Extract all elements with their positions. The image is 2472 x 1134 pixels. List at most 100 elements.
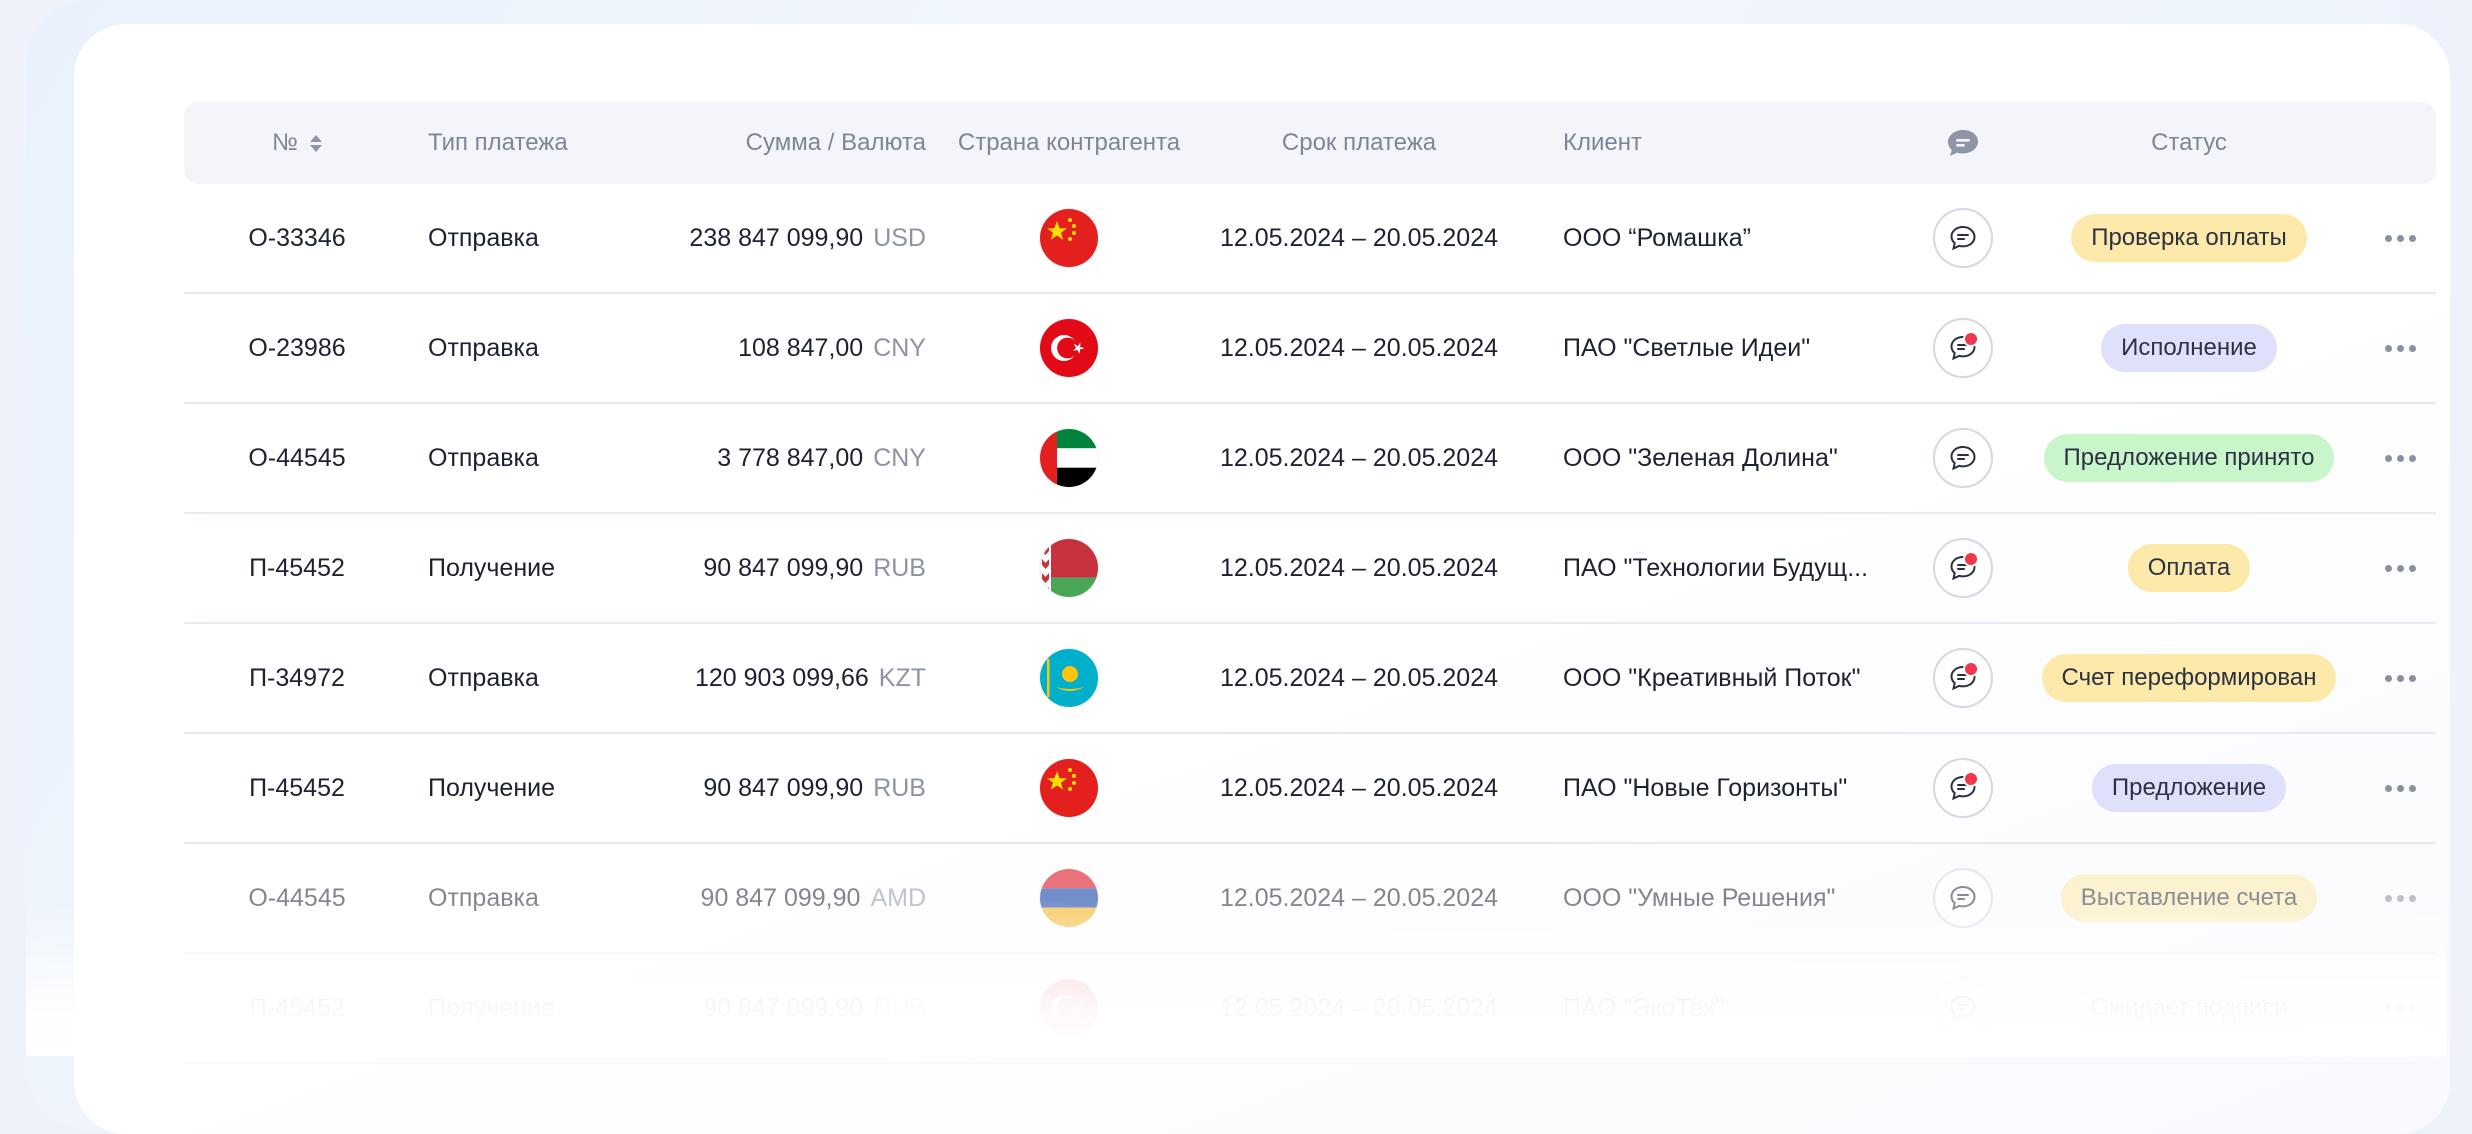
- status-badge: Проверка оплаты: [2071, 214, 2307, 262]
- chat-button[interactable]: [1933, 978, 1993, 1038]
- amount-value: 108 847,00: [738, 333, 864, 362]
- chat-cell: [1919, 624, 2007, 732]
- column-due: Срок платежа: [1281, 129, 1437, 156]
- client-name: ПАО "Технологии Будущ...: [1563, 553, 1869, 582]
- counterparty-country: [944, 404, 1194, 512]
- client-name: ПАО "Новые Горизонты": [1563, 773, 1848, 802]
- amount-currency: RUB: [873, 773, 926, 802]
- table-row[interactable]: О-44545 Отправка 3 778 847,00 CNY 12.05.…: [184, 404, 2436, 514]
- chat-button[interactable]: [1933, 208, 1993, 268]
- chat-button[interactable]: [1933, 758, 1993, 818]
- window-frame: № Тип платежа Сумма / Валюта Страна конт…: [26, 0, 2450, 1134]
- row-actions: [2364, 844, 2436, 952]
- more-horizontal-icon[interactable]: [2384, 344, 2416, 352]
- more-horizontal-icon[interactable]: [2384, 674, 2416, 682]
- row-actions: [2364, 294, 2436, 402]
- more-horizontal-icon[interactable]: [2384, 784, 2416, 792]
- table-header: № Тип платежа Сумма / Валюта Страна конт…: [184, 102, 2436, 184]
- chat-button[interactable]: [1933, 868, 1993, 928]
- belarus-flag-icon: [1040, 539, 1098, 597]
- column-client: Клиент: [1563, 129, 1642, 156]
- payment-amount: 90 847 099,90 RUB: [654, 734, 926, 842]
- more-horizontal-icon[interactable]: [2384, 234, 2416, 242]
- chat-cell: [1919, 184, 2007, 292]
- payment-type: Получение: [428, 553, 556, 582]
- table-row[interactable]: О-44545 Отправка 90 847 099,90 AMD 12.05…: [184, 844, 2436, 954]
- amount-value: 90 847 099,90: [700, 883, 861, 912]
- table-row[interactable]: П-45452 Получение 90 847 099,90 RUB 12.0…: [184, 954, 2436, 1064]
- chat-button[interactable]: [1933, 538, 1993, 598]
- payment-amount: 120 903 099,66 KZT: [654, 624, 926, 732]
- amount-value: 90 847 099,90: [703, 553, 864, 582]
- unread-indicator: [1963, 661, 1979, 677]
- client-name: ПАО "Светлые Идеи": [1563, 333, 1811, 362]
- more-horizontal-icon[interactable]: [2384, 564, 2416, 572]
- column-number[interactable]: №: [184, 102, 410, 184]
- amount-value: 120 903 099,66: [695, 663, 869, 692]
- amount-currency: RUB: [873, 993, 926, 1022]
- china-flag-icon: [1040, 209, 1098, 267]
- payment-type: Отправка: [428, 663, 539, 692]
- payment-amount: 3 778 847,00 CNY: [654, 404, 926, 512]
- unread-indicator: [1963, 771, 1979, 787]
- chat-icon: [1950, 445, 1976, 471]
- table-row[interactable]: П-45452 Получение 90 847 099,90 RUB 12.0…: [184, 514, 2436, 624]
- status-badge: Оплата: [2127, 544, 2251, 592]
- chat-button[interactable]: [1933, 428, 1993, 488]
- payment-number: П-45452: [249, 993, 345, 1022]
- chat-button[interactable]: [1933, 318, 1993, 378]
- chat-cell: [1919, 734, 2007, 842]
- counterparty-country: [944, 184, 1194, 292]
- counterparty-country: [944, 954, 1194, 1062]
- status-cell: Счет переформирован: [2014, 624, 2364, 732]
- counterparty-country: [944, 294, 1194, 402]
- more-horizontal-icon[interactable]: [2384, 454, 2416, 462]
- sort-icon[interactable]: [309, 134, 322, 152]
- status-cell: Проверка оплаты: [2014, 184, 2364, 292]
- status-badge: Счет переформирован: [2041, 654, 2337, 702]
- counterparty-country: [944, 734, 1194, 842]
- more-horizontal-icon[interactable]: [2384, 1004, 2416, 1012]
- status-cell: Ожидает подписи: [2014, 954, 2364, 1062]
- status-badge: Исполнение: [2101, 324, 2277, 372]
- due-date: 12.05.2024 – 20.05.2024: [1219, 663, 1499, 692]
- amount-value: 90 847 099,90: [703, 993, 864, 1022]
- turkey-flag-icon: [1040, 319, 1098, 377]
- chat-button[interactable]: [1933, 648, 1993, 708]
- amount-currency: CNY: [873, 443, 926, 472]
- status-cell: Исполнение: [2014, 294, 2364, 402]
- payment-number: П-45452: [249, 773, 345, 802]
- table-row[interactable]: О-23986 Отправка 108 847,00 CNY 12.05.20…: [184, 294, 2436, 404]
- table-body: О-33346 Отправка 238 847 099,90 USD 12.0…: [184, 184, 2436, 1064]
- table-row[interactable]: П-34972 Отправка 120 903 099,66 KZT 12.0…: [184, 624, 2436, 734]
- payment-amount: 108 847,00 CNY: [654, 294, 926, 402]
- client-name: ПАО "ЭкоТех": [1563, 993, 1725, 1022]
- amount-currency: KZT: [878, 663, 926, 692]
- status-badge: Предложение: [2091, 764, 2287, 812]
- payment-number: О-44545: [248, 443, 346, 472]
- chat-cell: [1919, 294, 2007, 402]
- due-date: 12.05.2024 – 20.05.2024: [1219, 993, 1499, 1022]
- payment-type: Получение: [428, 773, 556, 802]
- amount-value: 3 778 847,00: [717, 443, 864, 472]
- status-badge: Предложение принято: [2043, 434, 2335, 482]
- uae-flag-icon: [1040, 429, 1098, 487]
- payment-type: Отправка: [428, 883, 539, 912]
- amount-value: 238 847 099,90: [689, 223, 864, 252]
- due-date: 12.05.2024 – 20.05.2024: [1219, 443, 1499, 472]
- more-horizontal-icon[interactable]: [2384, 894, 2416, 902]
- row-actions: [2364, 624, 2436, 732]
- payment-amount: 90 847 099,90 RUB: [654, 954, 926, 1062]
- table-row[interactable]: О-33346 Отправка 238 847 099,90 USD 12.0…: [184, 184, 2436, 294]
- column-amount: Сумма / Валюта: [745, 129, 926, 156]
- payment-number: О-33346: [248, 223, 346, 252]
- chat-cell: [1919, 514, 2007, 622]
- payment-number: П-45452: [249, 553, 345, 582]
- chat-icon: [1950, 995, 1976, 1021]
- row-actions: [2364, 404, 2436, 512]
- unread-indicator: [1963, 551, 1979, 567]
- payment-amount: 90 847 099,90 AMD: [654, 844, 926, 952]
- row-actions: [2364, 514, 2436, 622]
- table-row[interactable]: П-45452 Получение 90 847 099,90 RUB 12.0…: [184, 734, 2436, 844]
- amount-currency: AMD: [870, 883, 926, 912]
